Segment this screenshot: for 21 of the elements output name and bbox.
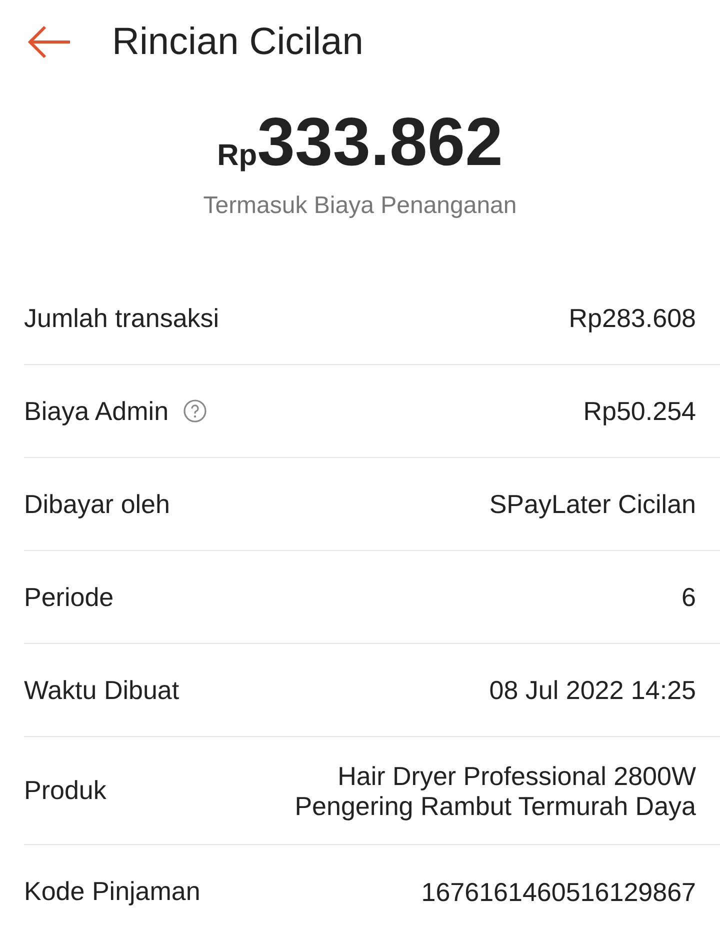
help-icon[interactable] xyxy=(182,399,207,423)
row-value: 08 Jul 2022 14:25 xyxy=(489,675,696,705)
row-label: Produk xyxy=(24,774,106,807)
currency-label: Rp xyxy=(217,138,258,174)
row-value: SPayLater Cicilan xyxy=(489,489,696,519)
page-title: Rincian Cicilan xyxy=(112,20,364,64)
row-label: Kode Pinjaman xyxy=(24,875,200,908)
row-value: 6 xyxy=(682,582,696,612)
row-label: Biaya Admin xyxy=(24,394,169,428)
amount-note: Termasuk Biaya Penanganan xyxy=(203,191,517,221)
total-amount: 333.862 xyxy=(257,103,503,182)
row-value: Rp283.608 xyxy=(568,303,696,333)
row-value: Hair Dryer Professional 2800W xyxy=(338,760,696,790)
back-arrow-icon[interactable] xyxy=(26,25,72,59)
row-value: Rp50.254 xyxy=(583,396,696,426)
row-label: Jumlah transaksi xyxy=(24,302,220,334)
row-label: Periode xyxy=(24,580,114,614)
row-label: Dibayar oleh xyxy=(24,488,170,520)
row-value: Pengering Rambut Termurah Daya xyxy=(294,790,696,820)
row-label: Waktu Dibuat xyxy=(24,674,180,706)
row-value: 1676161460516129867 xyxy=(421,876,696,906)
